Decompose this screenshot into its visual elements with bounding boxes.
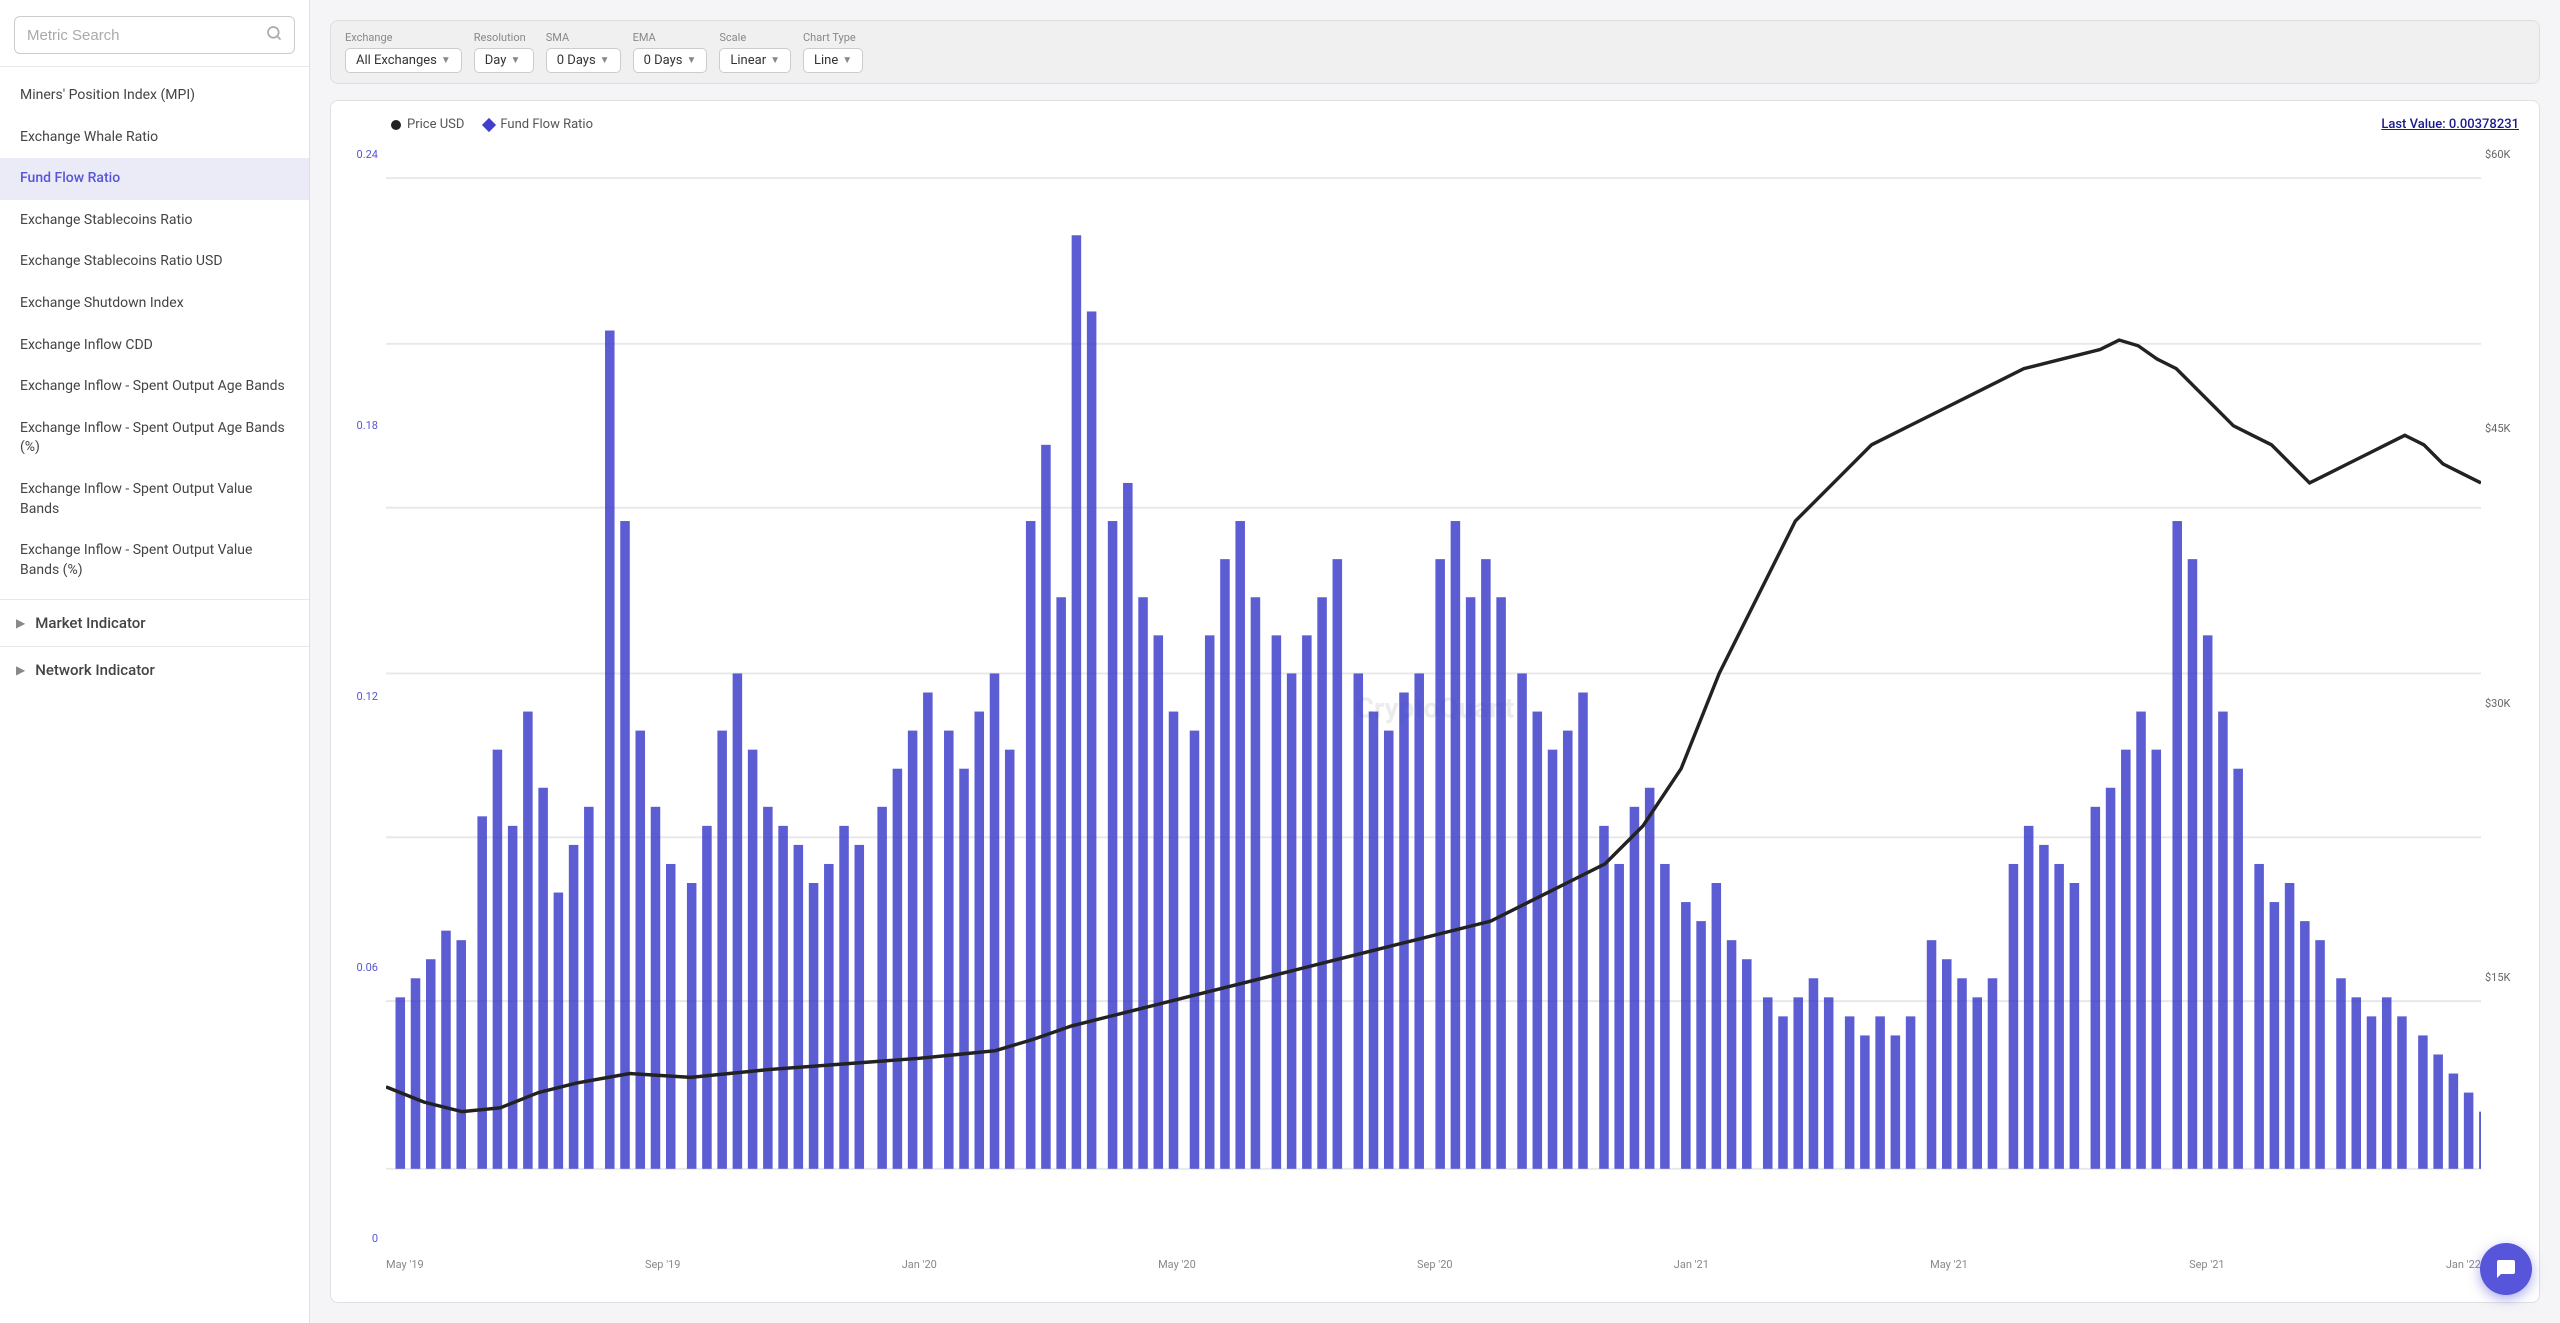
y-right-label: $60K: [2485, 148, 2535, 161]
y-left-label: 0.06: [335, 961, 378, 974]
x-axis-label: Jan '20: [902, 1258, 937, 1271]
y-left-label: 0.12: [335, 690, 378, 703]
last-value: Last Value: 0.00378231: [2381, 117, 2519, 132]
chart-type-label: Chart Type: [803, 31, 863, 44]
y-left-label: 0: [335, 1232, 378, 1245]
legend-items: Price USD Fund Flow Ratio: [391, 117, 593, 132]
sidebar-item-exchange-inflow-sovb[interactable]: Exchange Inflow - Spent Output Value Ban…: [0, 469, 309, 530]
y-right-label: $30K: [2485, 697, 2535, 710]
chart-legend: Price USD Fund Flow Ratio Last Value: 0.…: [331, 117, 2539, 140]
scale-value: Linear: [730, 53, 766, 68]
y-axis-left: 0.24 0.18 0.12 0.06 0: [331, 140, 386, 1245]
main-content: Exchange All Exchanges ▼ Resolution Day …: [310, 0, 2560, 1323]
search-box[interactable]: [14, 16, 295, 54]
resolution-value: Day: [485, 53, 507, 68]
ema-value: 0 Days: [644, 53, 683, 68]
legend-ffr-label: Fund Flow Ratio: [500, 117, 593, 132]
toolbar: Exchange All Exchanges ▼ Resolution Day …: [330, 20, 2540, 84]
sma-label: SMA: [546, 31, 621, 44]
sidebar-item-miners-position-index[interactable]: Miners' Position Index (MPI): [0, 75, 309, 117]
scale-chevron-icon: ▼: [770, 55, 780, 66]
chart-svg: [386, 140, 2481, 1245]
exchange-chevron-icon: ▼: [441, 55, 451, 66]
network-indicator-label: Network Indicator: [35, 661, 155, 679]
y-axis-right: $60K $45K $30K $15K: [2481, 140, 2539, 1245]
search-icon: [266, 25, 282, 45]
x-axis-label: Sep '20: [1417, 1258, 1453, 1271]
chart-container: Price USD Fund Flow Ratio Last Value: 0.…: [330, 100, 2540, 1303]
legend-price-label: Price USD: [407, 117, 464, 132]
legend-ffr: Fund Flow Ratio: [484, 117, 593, 132]
legend-price: Price USD: [391, 117, 464, 132]
sidebar-item-exchange-inflow-soab[interactable]: Exchange Inflow - Spent Output Age Bands: [0, 366, 309, 408]
x-axis-label: Sep '21: [2189, 1258, 2225, 1271]
resolution-chevron-icon: ▼: [510, 55, 520, 66]
exchange-select[interactable]: All Exchanges ▼: [345, 48, 462, 73]
sidebar-item-exchange-inflow-sovb-pct[interactable]: Exchange Inflow - Spent Output Value Ban…: [0, 530, 309, 591]
resolution-label: Resolution: [474, 31, 534, 44]
search-container: [0, 0, 309, 67]
sidebar-item-exchange-shutdown-index[interactable]: Exchange Shutdown Index: [0, 283, 309, 325]
search-input[interactable]: [27, 27, 266, 44]
ema-chevron-icon: ▼: [686, 55, 696, 66]
scale-label: Scale: [719, 31, 791, 44]
x-axis-label: May '19: [386, 1258, 424, 1271]
exchange-value: All Exchanges: [356, 53, 437, 68]
sidebar-item-exchange-inflow-soab-pct[interactable]: Exchange Inflow - Spent Output Age Bands…: [0, 408, 309, 469]
exchange-label: Exchange: [345, 31, 462, 44]
ffr-diamond-icon: [482, 117, 496, 131]
metric-list: Miners' Position Index (MPI)Exchange Wha…: [0, 67, 309, 599]
chat-icon: [2494, 1257, 2518, 1281]
arrow-icon: ▶: [16, 663, 25, 677]
sma-value: 0 Days: [557, 53, 596, 68]
ema-select[interactable]: 0 Days ▼: [633, 48, 708, 73]
sidebar-item-exchange-stablecoins-ratio-usd[interactable]: Exchange Stablecoins Ratio USD: [0, 241, 309, 283]
y-right-label: $45K: [2485, 422, 2535, 435]
market-indicator-label: Market Indicator: [35, 614, 145, 632]
chart-type-select[interactable]: Line ▼: [803, 48, 863, 73]
resolution-group: Resolution Day ▼: [474, 31, 534, 73]
sidebar: Miners' Position Index (MPI)Exchange Wha…: [0, 0, 310, 1323]
x-axis-label: Jan '21: [1674, 1258, 1709, 1271]
sidebar-item-fund-flow-ratio[interactable]: Fund Flow Ratio: [0, 158, 309, 200]
sidebar-item-network-indicator[interactable]: ▶ Network Indicator: [0, 646, 309, 693]
chart-type-chevron-icon: ▼: [842, 55, 852, 66]
chart-type-group: Chart Type Line ▼: [803, 31, 863, 73]
sma-chevron-icon: ▼: [600, 55, 610, 66]
sidebar-item-market-indicator[interactable]: ▶ Market Indicator: [0, 599, 309, 646]
price-dot-icon: [391, 120, 401, 130]
x-axis: May '19 Sep '19 Jan '20 May '20 Sep '20 Jan '…: [386, 1258, 2481, 1271]
x-axis-label: Sep '19: [645, 1258, 681, 1271]
y-left-label: 0.24: [335, 148, 378, 161]
chat-button[interactable]: [2480, 1243, 2532, 1295]
x-axis-label: Jan '22: [2446, 1258, 2481, 1271]
sidebar-item-exchange-whale-ratio[interactable]: Exchange Whale Ratio: [0, 117, 309, 159]
ema-group: EMA 0 Days ▼: [633, 31, 708, 73]
sidebar-item-exchange-inflow-cdd[interactable]: Exchange Inflow CDD: [0, 325, 309, 367]
sidebar-item-exchange-stablecoins-ratio[interactable]: Exchange Stablecoins Ratio: [0, 200, 309, 242]
x-axis-label: May '21: [1930, 1258, 1968, 1271]
y-left-label: 0.18: [335, 419, 378, 432]
sma-group: SMA 0 Days ▼: [546, 31, 621, 73]
resolution-select[interactable]: Day ▼: [474, 48, 534, 73]
exchange-group: Exchange All Exchanges ▼: [345, 31, 462, 73]
price-line: [386, 340, 2481, 1112]
chart-type-value: Line: [814, 53, 838, 68]
y-right-label: $15K: [2485, 971, 2535, 984]
scale-select[interactable]: Linear ▼: [719, 48, 791, 73]
ema-label: EMA: [633, 31, 708, 44]
scale-group: Scale Linear ▼: [719, 31, 791, 73]
arrow-icon: ▶: [16, 616, 25, 630]
x-axis-label: May '20: [1158, 1258, 1196, 1271]
chart-svg-wrapper: 0.24 0.18 0.12 0.06 0 $60K $45K $30K $15K May '…: [331, 140, 2539, 1275]
sma-select[interactable]: 0 Days ▼: [546, 48, 621, 73]
